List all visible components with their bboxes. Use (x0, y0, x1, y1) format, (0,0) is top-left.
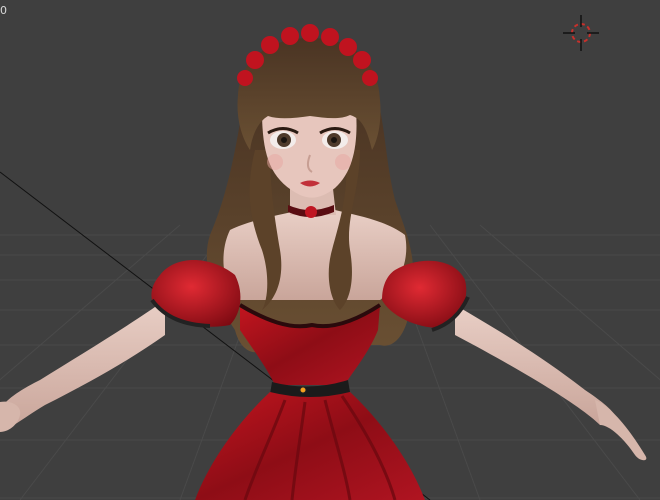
3d-cursor[interactable] (563, 15, 599, 51)
3d-viewport[interactable]: 0 (0, 0, 660, 500)
corner-label: 0 (0, 4, 7, 17)
left-hand (0, 401, 21, 432)
right-arm (455, 305, 615, 425)
torso (223, 210, 407, 300)
character-model[interactable] (0, 24, 647, 500)
origin-point[interactable] (299, 386, 307, 394)
cheek-right (335, 154, 351, 170)
cheek-left (267, 154, 283, 170)
viewport-scene[interactable] (0, 0, 660, 500)
choker-rose (305, 206, 317, 218)
left-arm (0, 300, 165, 430)
